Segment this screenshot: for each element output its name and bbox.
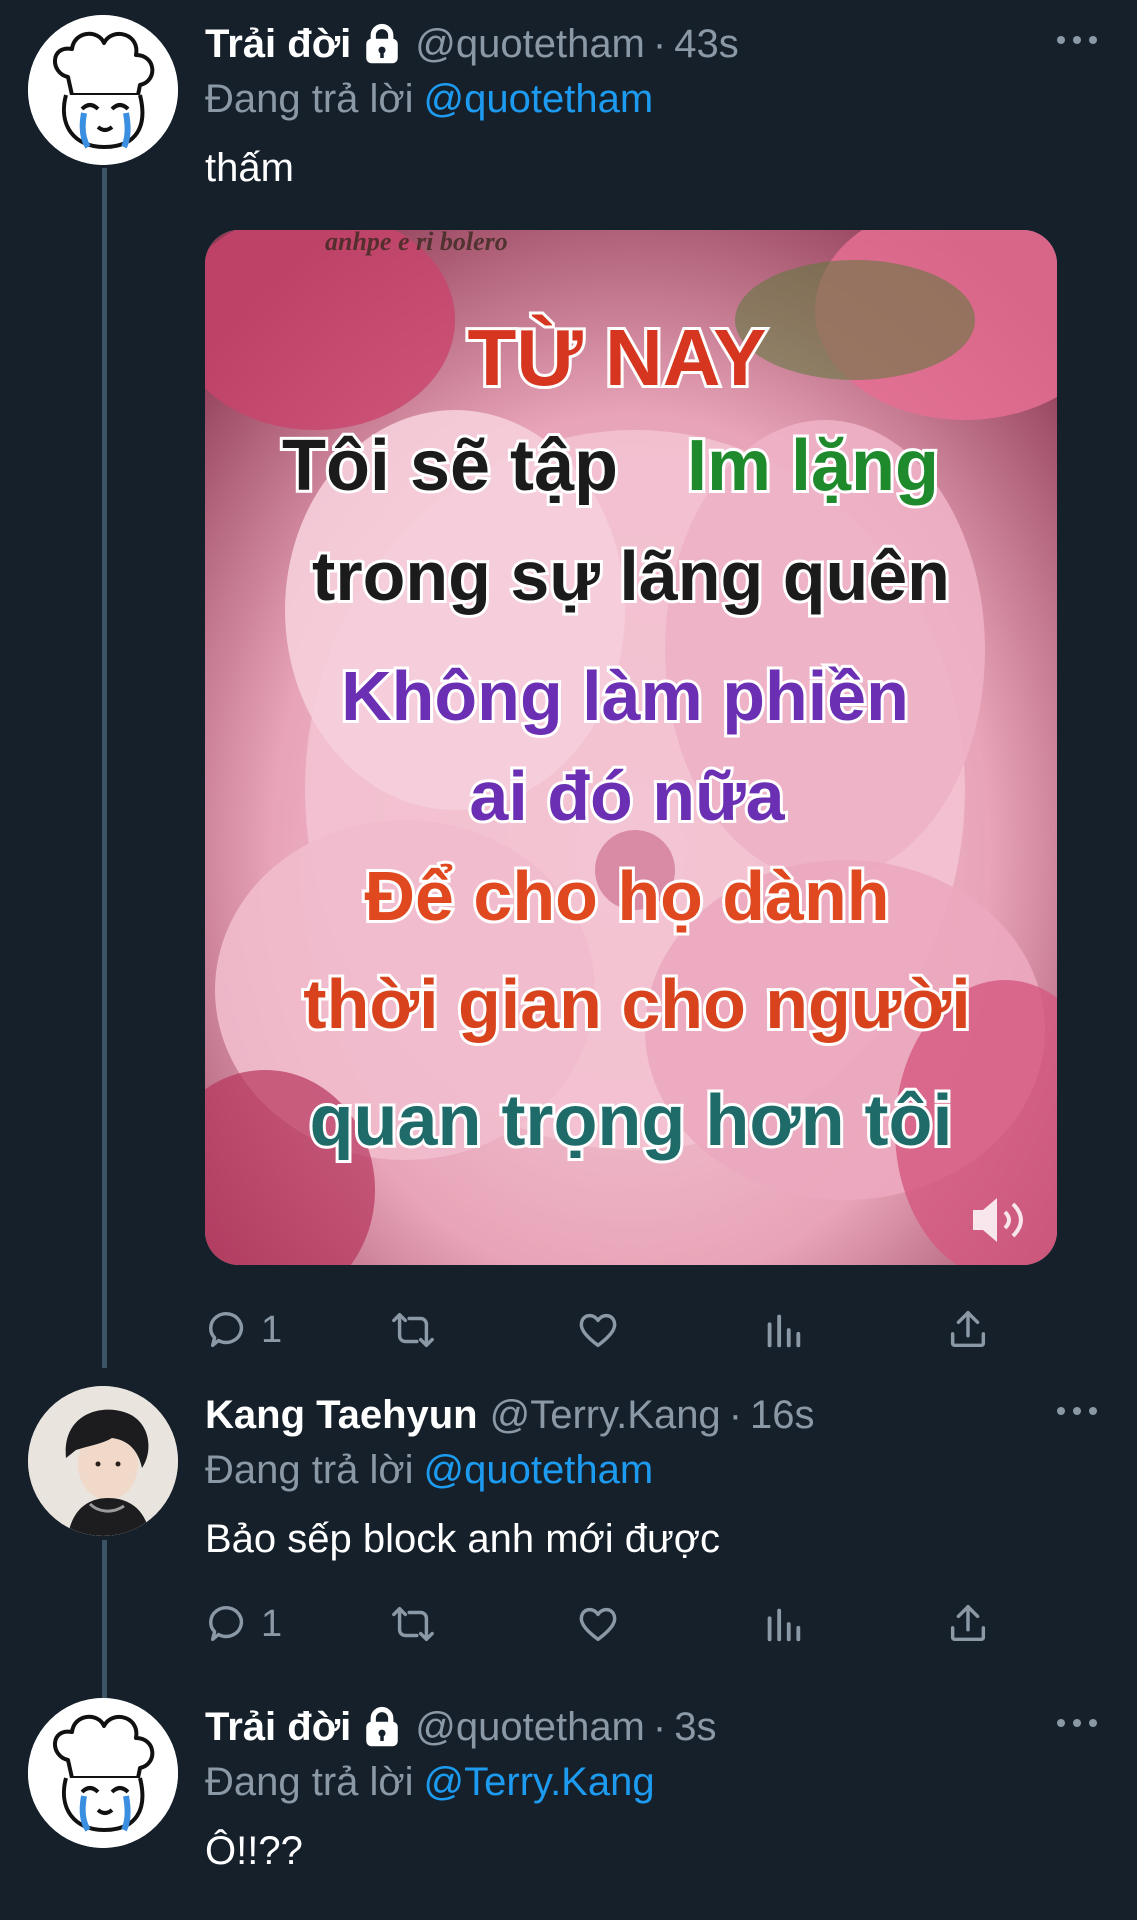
handle[interactable]: @quotetham — [415, 22, 645, 67]
profile-photo — [28, 1386, 178, 1536]
handle[interactable]: @Terry.Kang — [490, 1393, 721, 1438]
quote-line: thời gian cho người — [303, 965, 970, 1043]
avatar[interactable] — [28, 1386, 178, 1536]
timestamp[interactable]: 16s — [750, 1393, 815, 1438]
display-name[interactable]: Trải đời — [205, 22, 351, 67]
thread-line — [102, 1540, 107, 1700]
analytics-button[interactable] — [760, 1594, 806, 1654]
more-options-icon[interactable] — [1057, 1396, 1097, 1426]
replying-to: Đang trả lời @Terry.Kang — [205, 1756, 1097, 1808]
lock-icon — [366, 1706, 398, 1747]
replying-to-label: Đang trả lời — [205, 77, 414, 121]
like-button[interactable] — [575, 1594, 621, 1654]
quote-line: TỪ NAY — [467, 313, 766, 402]
thread-line — [102, 168, 107, 1368]
retweet-button[interactable] — [390, 1300, 436, 1360]
crying-chef-cartoon-icon — [28, 1698, 178, 1848]
display-name[interactable]: Kang Taehyun — [205, 1393, 478, 1438]
tweet-text: thấm — [205, 146, 294, 190]
reply-count: 1 — [261, 1602, 283, 1645]
quote-line: Im lặng — [687, 426, 939, 506]
handle[interactable]: @quotetham — [415, 1705, 645, 1750]
retweet-button[interactable] — [390, 1594, 436, 1654]
mention-link[interactable]: @quotetham — [424, 1448, 654, 1492]
separator: · — [652, 21, 667, 66]
like-button[interactable] — [575, 1300, 621, 1360]
tweet-actions: 1 — [205, 1300, 1025, 1360]
heart-icon — [579, 1607, 617, 1642]
replying-to: Đang trả lời @quotetham — [205, 73, 1097, 125]
share-button[interactable] — [945, 1594, 991, 1654]
quote-line: Tôi sẽ tập — [282, 426, 618, 506]
tweet-media-image[interactable]: TỪ NAY Tôi sẽ tập Im lặng trong sự lãng … — [205, 230, 1057, 1265]
lock-icon — [366, 23, 398, 64]
reply-button[interactable]: 1 — [205, 1594, 282, 1654]
tweet-text: Bảo sếp block anh mới được — [205, 1517, 721, 1561]
timestamp[interactable]: 43s — [674, 22, 739, 67]
replying-to: Đang trả lời @quotetham — [205, 1444, 1097, 1496]
tweet-actions: 1 — [205, 1594, 1025, 1654]
more-options-icon[interactable] — [1057, 1708, 1097, 1738]
reply-icon — [209, 1606, 244, 1642]
mention-link[interactable]: @Terry.Kang — [424, 1760, 655, 1804]
mention-link[interactable]: @quotetham — [424, 77, 654, 121]
separator: · — [652, 1704, 667, 1749]
share-icon — [950, 1311, 986, 1348]
retweet-icon — [392, 1606, 434, 1642]
flower-quote-image: TỪ NAY Tôi sẽ tập Im lặng trong sự lãng … — [205, 230, 1057, 1265]
separator: · — [728, 1392, 743, 1437]
reply-button[interactable]: 1 — [205, 1300, 282, 1360]
analytics-icon — [767, 1608, 801, 1642]
quote-line: Để cho họ dành — [365, 857, 890, 935]
quote-line: ai đó nữa — [469, 757, 785, 835]
timestamp[interactable]: 3s — [674, 1705, 716, 1750]
reply-count: 1 — [261, 1308, 283, 1351]
display-name[interactable]: Trải đời — [205, 1705, 351, 1750]
avatar[interactable] — [28, 1698, 178, 1848]
avatar[interactable] — [28, 15, 178, 165]
quote-line: Không làm phiền — [341, 657, 909, 735]
quote-line: trong sự lãng quên — [312, 537, 950, 615]
reply-icon — [209, 1312, 244, 1348]
replying-to-label: Đang trả lời — [205, 1448, 414, 1492]
retweet-icon — [392, 1312, 434, 1348]
heart-icon — [579, 1313, 617, 1348]
quote-line: quan trọng hơn tôi — [309, 1081, 952, 1161]
image-watermark: anhpe e ri bolero — [325, 230, 508, 256]
share-icon — [950, 1605, 986, 1642]
crying-chef-cartoon-icon — [28, 15, 178, 165]
analytics-icon — [767, 1314, 801, 1348]
more-options-icon[interactable] — [1057, 25, 1097, 55]
share-button[interactable] — [945, 1300, 991, 1360]
analytics-button[interactable] — [760, 1300, 806, 1360]
tweet-text: Ô!!?? — [205, 1829, 303, 1873]
replying-to-label: Đang trả lời — [205, 1760, 414, 1804]
